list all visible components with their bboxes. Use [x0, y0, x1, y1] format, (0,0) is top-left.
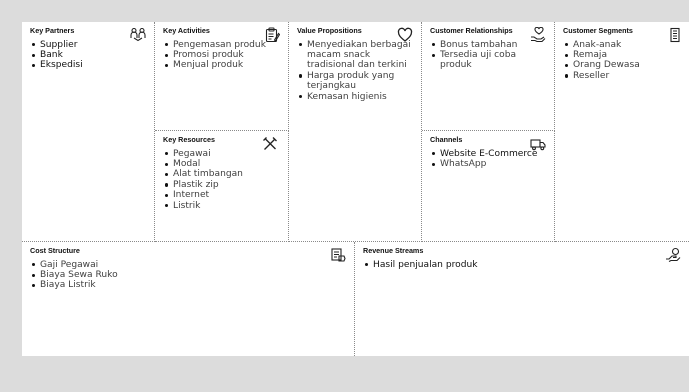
- revenue-streams-block: Revenue Streams Hasil penjualan produk: [355, 242, 689, 356]
- list-item: Modal: [165, 159, 280, 169]
- key-resources-block: Key Resources Pegawai Modal Alat timbang…: [155, 131, 289, 242]
- business-model-canvas: Key Partners Supplier Bank Ekspedisi Key…: [22, 22, 689, 356]
- list-item: Promosi produk: [165, 50, 280, 60]
- list-item: Internet: [165, 190, 280, 200]
- list-item: Plastik zip: [165, 180, 280, 190]
- list-item: Alat timbangan: [165, 169, 280, 179]
- customer-relationships-block: Customer Relationships Bonus tambahan Te…: [422, 22, 555, 131]
- list-item: Listrik: [165, 201, 280, 211]
- list-item: WhatsApp: [432, 159, 546, 169]
- revenue-streams-title: Revenue Streams: [363, 246, 424, 255]
- channels-title: Channels: [430, 135, 463, 144]
- list-item: Bonus tambahan: [432, 40, 546, 50]
- customer-segments-block: Customer Segments Anak-anak Remaja Orang…: [555, 22, 689, 242]
- list-item: Reseller: [565, 71, 681, 81]
- value-propositions-block: Value Propositions Menyediakan berbagai …: [289, 22, 422, 242]
- list-item: Orang Dewasa: [565, 60, 681, 70]
- key-partners-block: Key Partners Supplier Bank Ekspedisi: [22, 22, 155, 242]
- list-item: Menyediakan berbagai macam snack tradisi…: [299, 40, 413, 71]
- list-item: Bank: [32, 50, 146, 60]
- customer-relationships-title: Customer Relationships: [430, 26, 513, 35]
- list-item: Hasil penjualan produk: [365, 260, 681, 270]
- list-item: Pengemasan produk: [165, 40, 280, 50]
- list-item: Biaya Sewa Ruko: [32, 270, 346, 280]
- list-item: Harga produk yang terjangkau: [299, 71, 413, 92]
- list-item: Biaya Listrik: [32, 280, 346, 290]
- list-item: Anak-anak: [565, 40, 681, 50]
- list-item: Kemasan higienis: [299, 92, 413, 102]
- cost-structure-title: Cost Structure: [30, 246, 80, 255]
- list-item: Pegawai: [165, 149, 280, 159]
- key-partners-title: Key Partners: [30, 26, 75, 35]
- list-item: Website E-Commerce: [432, 149, 546, 159]
- value-propositions-title: Value Propositions: [297, 26, 362, 35]
- key-activities-title: Key Activities: [163, 26, 210, 35]
- list-item: Tersedia uji coba produk: [432, 50, 546, 71]
- list-item: Ekspedisi: [32, 60, 146, 70]
- key-activities-block: Key Activities Pengemasan produk Promosi…: [155, 22, 289, 131]
- list-item: Supplier: [32, 40, 146, 50]
- list-item: Remaja: [565, 50, 681, 60]
- list-item: Gaji Pegawai: [32, 260, 346, 270]
- cost-structure-block: Cost Structure Gaji Pegawai Biaya Sewa R…: [22, 242, 355, 356]
- customer-segments-title: Customer Segments: [563, 26, 633, 35]
- list-item: Menjual produk: [165, 60, 280, 70]
- channels-block: Channels Website E-Commerce WhatsApp: [422, 131, 555, 242]
